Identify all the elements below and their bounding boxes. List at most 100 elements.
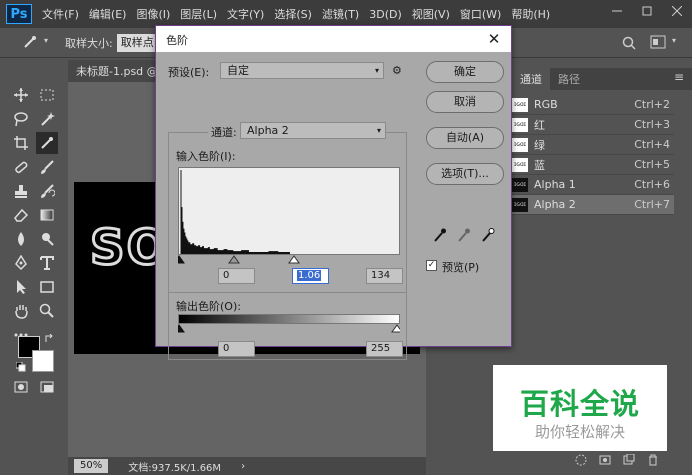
- channel-row-blue[interactable]: ɪɢɑɪ 蓝 Ctrl+5: [510, 155, 674, 175]
- channel-select[interactable]: Alpha 2 ▾: [240, 122, 386, 139]
- status-arrow-icon[interactable]: ›: [241, 461, 245, 472]
- channel-shortcut: Ctrl+3: [634, 118, 670, 131]
- output-black-field[interactable]: 0: [218, 341, 255, 357]
- tab-paths[interactable]: 路径: [550, 68, 588, 90]
- minimize-icon[interactable]: [602, 0, 632, 22]
- tool-preset-chevron-icon[interactable]: ▾: [44, 36, 48, 45]
- black-point-eyedropper-icon[interactable]: [433, 227, 447, 243]
- tab-channels[interactable]: 通道: [512, 68, 550, 90]
- zoom-level[interactable]: 50%: [74, 459, 109, 473]
- watermark-subtitle: 助你轻松解决: [534, 423, 625, 441]
- delete-channel-icon[interactable]: [647, 454, 659, 469]
- chevron-down-icon: ▾: [374, 66, 379, 75]
- gradient-tool-icon[interactable]: [36, 204, 58, 226]
- channel-shortcut: Ctrl+7: [634, 198, 670, 211]
- chevron-down-icon: ▾: [376, 126, 381, 135]
- output-levels-slider[interactable]: [178, 324, 400, 336]
- lasso-tool-icon[interactable]: [10, 108, 32, 130]
- dodge-tool-icon[interactable]: [36, 228, 58, 250]
- restore-icon[interactable]: [632, 0, 662, 22]
- channel-row-alpha-1[interactable]: ɪɢɑɪ Alpha 1 Ctrl+6: [510, 175, 674, 195]
- cancel-button[interactable]: 取消: [426, 91, 504, 113]
- screen-mode-icon[interactable]: [36, 376, 58, 398]
- healing-brush-tool-icon[interactable]: [10, 156, 32, 178]
- magic-wand-tool-icon[interactable]: [36, 108, 58, 130]
- close-icon[interactable]: ✕: [485, 30, 503, 48]
- options-button[interactable]: 选项(T)...: [426, 163, 504, 185]
- channel-label: 通道:: [208, 124, 240, 140]
- pen-tool-icon[interactable]: [10, 252, 32, 274]
- channels-tab-bar: 通道 路径: [512, 68, 692, 90]
- menu-help[interactable]: 帮助(H): [511, 6, 550, 22]
- menu-select[interactable]: 选择(S): [274, 6, 312, 22]
- blur-tool-icon[interactable]: [10, 228, 32, 250]
- crop-tool-icon[interactable]: [10, 132, 32, 154]
- channel-thumbnail: ɪɢɑɪ: [512, 137, 528, 152]
- watermark-logo: 百科全说 助你轻松解决: [493, 365, 667, 451]
- close-icon[interactable]: [662, 0, 692, 22]
- quick-mask-icon[interactable]: [10, 376, 32, 398]
- path-selection-tool-icon[interactable]: [10, 276, 32, 298]
- search-icon[interactable]: [622, 36, 636, 53]
- menu-edit[interactable]: 编辑(E): [89, 6, 127, 22]
- input-levels-slider[interactable]: [178, 254, 400, 268]
- dialog-title: 色阶: [156, 26, 511, 52]
- input-black-field[interactable]: 0: [218, 268, 255, 284]
- workspace-chevron-icon[interactable]: ▾: [672, 36, 676, 45]
- sample-size-select[interactable]: 取样点: [116, 33, 157, 52]
- input-white-field[interactable]: 134: [366, 268, 403, 284]
- auto-button[interactable]: 自动(A): [426, 127, 504, 149]
- menu-file[interactable]: 文件(F): [42, 6, 79, 22]
- preset-select[interactable]: 自定 ▾: [220, 62, 384, 79]
- channel-row-rgb[interactable]: ɪɢɑɪ RGB Ctrl+2: [510, 95, 674, 115]
- channel-shortcut: Ctrl+2: [634, 98, 670, 111]
- zoom-tool-icon[interactable]: [36, 300, 58, 322]
- history-brush-tool-icon[interactable]: [36, 180, 58, 202]
- channel-thumbnail: ɪɢɑɪ: [512, 157, 528, 172]
- preview-checkbox[interactable]: ✓: [426, 260, 437, 271]
- divider: [168, 292, 407, 293]
- channel-thumbnail: ɪɢɑɪ: [512, 197, 528, 212]
- channel-row-green[interactable]: ɪɢɑɪ 绿 Ctrl+4: [510, 135, 674, 155]
- menu-layer[interactable]: 图层(L): [180, 6, 217, 22]
- marquee-tool-icon[interactable]: [36, 84, 58, 106]
- panel-menu-icon[interactable]: ≡: [674, 70, 684, 84]
- clone-stamp-tool-icon[interactable]: [10, 180, 32, 202]
- channel-value: Alpha 2: [247, 124, 289, 137]
- save-selection-icon[interactable]: [599, 454, 611, 469]
- channel-row-alpha-2[interactable]: ɪɢɑɪ Alpha 2 Ctrl+7: [510, 195, 674, 215]
- eraser-tool-icon[interactable]: [10, 204, 32, 226]
- channel-row-red[interactable]: ɪɢɑɪ 红 Ctrl+3: [510, 115, 674, 135]
- type-tool-icon[interactable]: [36, 252, 58, 274]
- dialog-body: 预设(E): 自定 ▾ ⚙ 通道: Alpha 2 ▾ 输入色阶(I): 0 1…: [156, 52, 511, 360]
- input-gamma-field[interactable]: 1.06: [292, 268, 329, 284]
- photoshop-logo: Ps: [6, 4, 32, 24]
- document-tab[interactable]: 未标题-1.psd @: [68, 60, 168, 82]
- rectangle-tool-icon[interactable]: [36, 276, 58, 298]
- channel-thumbnail: ɪɢɑɪ: [512, 177, 528, 192]
- output-white-field[interactable]: 255: [366, 341, 403, 357]
- ok-button[interactable]: 确定: [426, 61, 504, 83]
- swap-colors-icon[interactable]: [44, 333, 54, 347]
- preset-options-gear-icon[interactable]: ⚙: [392, 64, 402, 77]
- menu-view[interactable]: 视图(V): [412, 6, 450, 22]
- new-channel-icon[interactable]: [623, 453, 635, 469]
- brush-tool-icon[interactable]: [36, 156, 58, 178]
- menu-window[interactable]: 窗口(W): [460, 6, 501, 22]
- white-point-eyedropper-icon[interactable]: [481, 227, 495, 243]
- input-gamma-value: 1.06: [297, 270, 322, 281]
- status-bar: 50% 文档:937.5K/1.66M ›: [68, 457, 426, 475]
- eyedropper-tool-icon[interactable]: [36, 132, 58, 154]
- move-tool-icon[interactable]: [10, 84, 32, 106]
- background-color-swatch[interactable]: [32, 350, 54, 372]
- menu-filter[interactable]: 滤镜(T): [322, 6, 359, 22]
- hand-tool-icon[interactable]: [10, 300, 32, 322]
- eyedropper-icon[interactable]: [22, 34, 38, 53]
- default-colors-icon[interactable]: [15, 361, 26, 375]
- menu-image[interactable]: 图像(I): [136, 6, 170, 22]
- menu-type[interactable]: 文字(Y): [227, 6, 264, 22]
- load-selection-icon[interactable]: [575, 454, 587, 469]
- workspace-icon[interactable]: [650, 35, 668, 52]
- menu-3d[interactable]: 3D(D): [369, 8, 402, 21]
- gray-point-eyedropper-icon[interactable]: [457, 227, 471, 243]
